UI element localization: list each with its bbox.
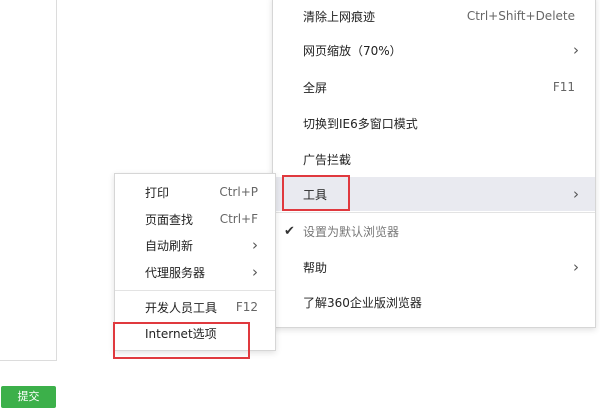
menu-item-shortcut: Ctrl+F <box>219 212 258 226</box>
submit-button[interactable]: 提交 <box>1 386 56 408</box>
menu-item-label: 切换到IE6多窗口模式 <box>303 116 418 131</box>
menu-item-clear-history[interactable]: 清除上网痕迹 Ctrl+Shift+Delete <box>273 0 595 33</box>
menu-item-label: 打印 <box>145 185 170 200</box>
menu-item-shortcut: F11 <box>552 80 575 94</box>
menu-item-label: 清除上网痕迹 <box>303 9 376 24</box>
check-icon: ✔ <box>284 223 295 239</box>
menu-item-label: 设置为默认浏览器 <box>303 224 400 239</box>
menu-item-shortcut: Ctrl+P <box>219 185 258 199</box>
menu-separator <box>273 212 595 213</box>
menu-item-tools[interactable]: 工具 › <box>273 177 595 211</box>
chevron-right-icon: › <box>252 262 258 281</box>
menu-item-label: 网页缩放（70%） <box>303 43 402 58</box>
page-left-panel <box>0 0 57 361</box>
menu-item-label: 了解360企业版浏览器 <box>303 295 422 310</box>
chevron-right-icon: › <box>252 235 258 254</box>
menu-item-label: 全屏 <box>303 80 328 95</box>
menu-item-help[interactable]: 帮助 › <box>273 250 595 284</box>
menu-item-set-default[interactable]: ✔ 设置为默认浏览器 <box>273 214 595 248</box>
menu-item-ie6-mode[interactable]: 切换到IE6多窗口模式 <box>273 106 595 140</box>
menu-item-label: 页面查找 <box>145 212 194 227</box>
menu-item-shortcut: F12 <box>235 300 258 314</box>
menu-item-ad-block[interactable]: 广告拦截 <box>273 142 595 176</box>
menu-item-zoom[interactable]: 网页缩放（70%） › <box>273 33 595 67</box>
browser-main-menu: 清除上网痕迹 Ctrl+Shift+Delete 网页缩放（70%） › 全屏 … <box>272 0 596 328</box>
menu-item-label: 帮助 <box>303 260 328 275</box>
menu-item-shortcut: Ctrl+Shift+Delete <box>466 9 575 23</box>
menu-item-label: 自动刷新 <box>145 238 194 253</box>
chevron-right-icon: › <box>573 40 579 59</box>
submenu-item-internet-options[interactable]: Internet选项 <box>115 316 275 350</box>
chevron-right-icon: › <box>573 184 579 203</box>
chevron-right-icon: › <box>573 257 579 276</box>
menu-item-label: 开发人员工具 <box>145 300 218 315</box>
menu-item-fullscreen[interactable]: 全屏 F11 <box>273 70 595 104</box>
menu-item-about-enterprise[interactable]: 了解360企业版浏览器 <box>273 285 595 319</box>
menu-item-label: 代理服务器 <box>145 265 206 280</box>
menu-item-label: 工具 <box>303 187 328 202</box>
menu-item-label: Internet选项 <box>145 326 217 341</box>
tools-submenu: 打印 Ctrl+P 页面查找 Ctrl+F 自动刷新 › 代理服务器 › 开发人… <box>114 173 276 351</box>
menu-item-label: 广告拦截 <box>303 152 352 167</box>
submenu-item-proxy[interactable]: 代理服务器 › <box>115 255 275 289</box>
